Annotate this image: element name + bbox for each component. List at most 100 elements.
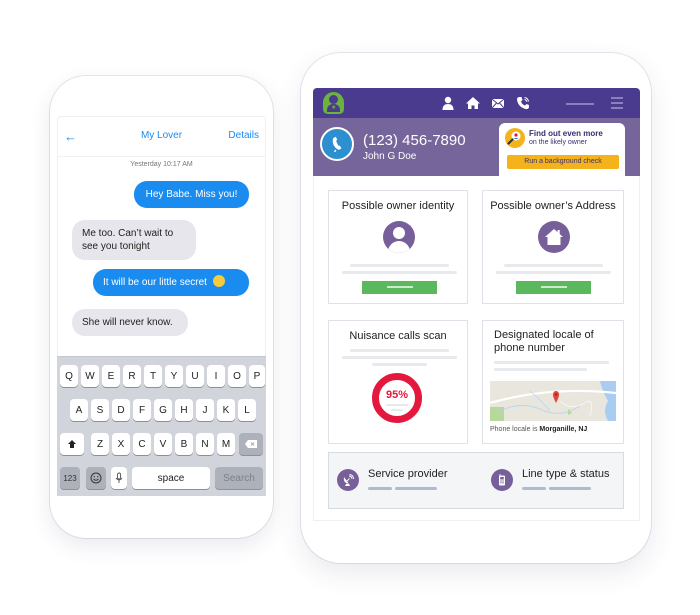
shift-key[interactable] bbox=[60, 433, 84, 455]
key-f[interactable]: F bbox=[133, 399, 151, 421]
key-i[interactable]: I bbox=[207, 365, 225, 387]
key-c[interactable]: C bbox=[133, 433, 151, 455]
placeholder-line bbox=[372, 363, 427, 366]
key-m[interactable]: M bbox=[217, 433, 235, 455]
key-u[interactable]: U bbox=[186, 365, 204, 387]
card-title: Possible owner identity bbox=[341, 200, 455, 212]
phone-locale-card[interactable]: Designated locale of phone number Phone … bbox=[482, 320, 624, 444]
message-text: It will be our little secret bbox=[103, 277, 207, 288]
user-star-logo-icon[interactable]: ★ bbox=[323, 92, 344, 114]
nuisance-score: 95% bbox=[385, 389, 409, 401]
details-link[interactable]: Details bbox=[228, 130, 259, 141]
key-a[interactable]: A bbox=[70, 399, 88, 421]
card-title: Designated locale of phone number bbox=[494, 329, 594, 355]
backspace-icon bbox=[245, 440, 257, 448]
message-text: She will never know. bbox=[82, 317, 173, 328]
placeholder-line bbox=[350, 349, 449, 352]
person-avatar-icon bbox=[383, 221, 415, 253]
message-bubble-outgoing: Hey Babe. Miss you! bbox=[134, 181, 249, 208]
mobile-phone-icon bbox=[491, 469, 513, 491]
placeholder-line bbox=[549, 487, 591, 490]
key-y[interactable]: Y bbox=[165, 365, 183, 387]
line-type-label: Line type & status bbox=[522, 468, 610, 480]
chat-header: ← My Lover Details bbox=[58, 117, 265, 157]
key-v[interactable]: V bbox=[154, 433, 172, 455]
key-l[interactable]: L bbox=[238, 399, 256, 421]
backspace-key[interactable] bbox=[239, 433, 263, 455]
locale-map[interactable] bbox=[490, 381, 616, 421]
placeholder-line bbox=[368, 487, 392, 490]
keyboard: Q W E R T Y U I O P A S D F G H J K L Z … bbox=[57, 356, 266, 496]
microphone-icon bbox=[115, 472, 123, 483]
key-j[interactable]: J bbox=[196, 399, 214, 421]
card-title: Possible owner’s Address bbox=[490, 200, 616, 212]
view-identity-button[interactable] bbox=[362, 281, 437, 294]
emoji-key[interactable] bbox=[86, 467, 106, 489]
magnifier-person-icon bbox=[505, 128, 525, 148]
key-g[interactable]: G bbox=[154, 399, 172, 421]
numbers-key[interactable]: 123 bbox=[60, 467, 80, 489]
key-x[interactable]: X bbox=[112, 433, 130, 455]
key-b[interactable]: B bbox=[175, 433, 193, 455]
space-key[interactable]: space bbox=[132, 467, 210, 489]
emoji-icon bbox=[90, 472, 102, 484]
card-title-line: phone number bbox=[494, 342, 565, 354]
nav-divider bbox=[566, 103, 594, 105]
key-t[interactable]: T bbox=[144, 365, 162, 387]
promo-subtitle: on the likely owner bbox=[529, 139, 587, 146]
key-p[interactable]: P bbox=[249, 365, 265, 387]
locale-prefix: Phone locale is bbox=[490, 426, 540, 433]
placeholder-line bbox=[386, 404, 408, 406]
message-bubble-incoming: Me too. Can’t wait to see you tonight bbox=[72, 220, 196, 260]
key-e[interactable]: E bbox=[102, 365, 120, 387]
mail-icon[interactable] bbox=[490, 95, 506, 111]
owner-identity-card[interactable]: Possible owner identity bbox=[328, 190, 468, 304]
app-nav-bar: ★ bbox=[313, 88, 640, 118]
message-bubble-incoming: She will never know. bbox=[72, 309, 188, 336]
key-k[interactable]: K bbox=[217, 399, 235, 421]
provider-line-card: Service provider Line type & status bbox=[328, 452, 624, 509]
message-timestamp: Yesterday 10:17 AM bbox=[130, 161, 193, 168]
locale-value: Morganille, NJ bbox=[539, 426, 588, 433]
run-background-check-button[interactable]: Run a background check bbox=[507, 155, 619, 169]
placeholder-line bbox=[522, 487, 546, 490]
search-key[interactable]: Search bbox=[215, 467, 263, 489]
person-icon[interactable] bbox=[440, 95, 456, 111]
key-s[interactable]: S bbox=[91, 399, 109, 421]
placeholder-line bbox=[342, 271, 457, 274]
key-o[interactable]: O bbox=[228, 365, 246, 387]
key-d[interactable]: D bbox=[112, 399, 130, 421]
house-icon bbox=[538, 221, 570, 253]
home-icon[interactable] bbox=[465, 95, 481, 111]
key-z[interactable]: Z bbox=[91, 433, 109, 455]
placeholder-line bbox=[342, 356, 457, 359]
owner-name: John G Doe bbox=[363, 151, 417, 162]
placeholder-line bbox=[504, 264, 603, 267]
message-bubble-outgoing: It will be our little secret bbox=[93, 269, 249, 296]
locale-text: Phone locale is Morganille, NJ bbox=[490, 426, 587, 433]
placeholder-line bbox=[494, 361, 609, 364]
placeholder-line bbox=[395, 487, 437, 490]
nuisance-calls-card[interactable]: Nuisance calls scan 95% bbox=[328, 320, 468, 444]
hamburger-menu-icon[interactable] bbox=[611, 97, 623, 109]
placeholder-line bbox=[350, 264, 449, 267]
placeholder-line bbox=[496, 271, 611, 274]
view-address-button[interactable] bbox=[516, 281, 591, 294]
message-text: Hey Babe. Miss you! bbox=[145, 189, 238, 200]
owner-address-card[interactable]: Possible owner’s Address bbox=[482, 190, 624, 304]
phone-icon[interactable] bbox=[515, 95, 531, 111]
key-n[interactable]: N bbox=[196, 433, 214, 455]
key-r[interactable]: R bbox=[123, 365, 141, 387]
key-h[interactable]: H bbox=[175, 399, 193, 421]
card-title-line: Designated locale of bbox=[494, 329, 594, 341]
card-title: Nuisance calls scan bbox=[349, 330, 447, 342]
key-w[interactable]: W bbox=[81, 365, 99, 387]
phone-number: (123) 456-7890 bbox=[363, 132, 466, 149]
background-check-promo: Find out even more on the likely owner R… bbox=[499, 123, 625, 176]
wink-smile-icon bbox=[212, 275, 225, 288]
microphone-key[interactable] bbox=[111, 467, 127, 489]
key-q[interactable]: Q bbox=[60, 365, 78, 387]
service-provider-label: Service provider bbox=[368, 468, 448, 480]
shift-arrow-icon bbox=[68, 440, 76, 448]
phone-lookup-hero: (123) 456-7890 John G Doe Find out even … bbox=[313, 118, 640, 176]
